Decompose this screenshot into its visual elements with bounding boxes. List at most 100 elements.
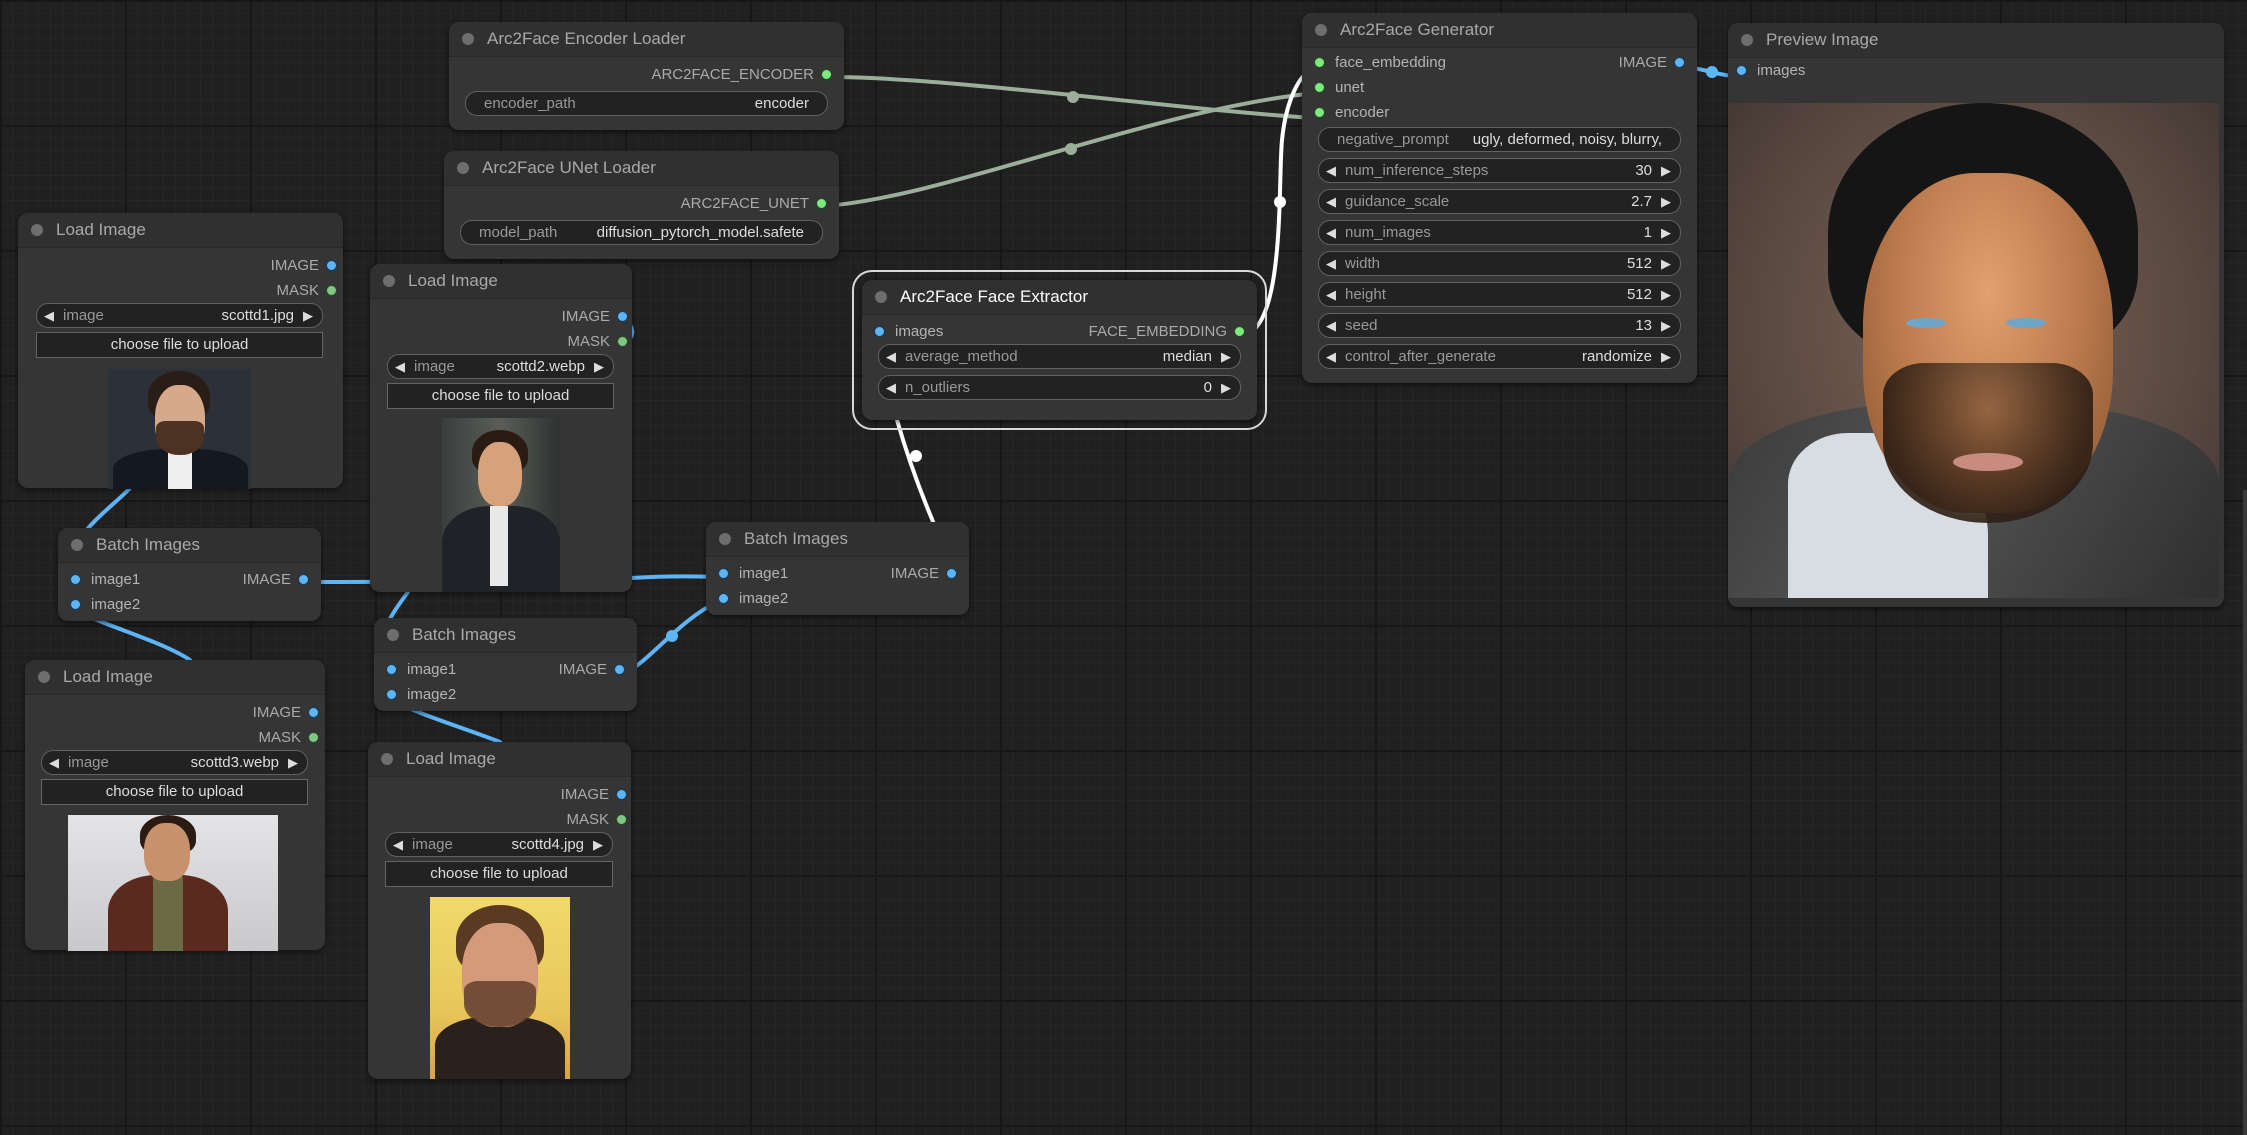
increment-arrow-icon[interactable]: ▶ — [1221, 376, 1231, 399]
input-slot-image2[interactable]: image2 — [386, 682, 456, 707]
image-select-widget[interactable]: ◀ image scottd4.jpg ▶ — [385, 832, 613, 857]
collapse-dot-icon[interactable] — [875, 291, 887, 303]
guidance-scale-widget[interactable]: ◀ guidance_scale 2.7 ▶ — [1318, 189, 1681, 214]
upload-button[interactable]: choose file to upload — [387, 383, 614, 409]
input-slot-image1[interactable]: image1 — [718, 561, 788, 586]
link-midpoint-icon[interactable] — [1067, 91, 1079, 103]
output-slot-arc2face-encoder[interactable]: ARC2FACE_ENCODER — [651, 62, 832, 87]
negative-prompt-widget[interactable]: negative_prompt ugly, deformed, noisy, b… — [1318, 127, 1681, 152]
slot-dot-icon[interactable] — [1234, 325, 1245, 337]
output-slot-mask[interactable]: MASK — [566, 807, 627, 832]
input-slot-encoder[interactable]: encoder — [1314, 100, 1389, 125]
slot-dot-icon[interactable] — [308, 731, 319, 743]
link-midpoint-icon[interactable] — [910, 450, 922, 462]
node-batch-images-3[interactable]: Batch Images image1 IMAGE image2 — [706, 522, 969, 615]
n-outliers-widget[interactable]: ◀ n_outliers 0 ▶ — [878, 375, 1241, 400]
link-midpoint-icon[interactable] — [1706, 66, 1718, 78]
decrement-arrow-icon[interactable]: ◀ — [886, 345, 896, 368]
upload-button[interactable]: choose file to upload — [41, 779, 308, 805]
slot-dot-icon[interactable] — [326, 284, 337, 296]
decrement-arrow-icon[interactable]: ◀ — [44, 304, 54, 327]
slot-dot-icon[interactable] — [874, 325, 885, 337]
image-select-widget[interactable]: ◀ image scottd1.jpg ▶ — [36, 303, 323, 328]
input-slot-image1[interactable]: image1 — [70, 567, 140, 592]
output-slot-image[interactable]: IMAGE — [253, 700, 319, 725]
output-slot-image[interactable]: IMAGE — [243, 567, 309, 592]
output-slot-arc2face-unet[interactable]: ARC2FACE_UNET — [681, 191, 827, 216]
output-slot-image[interactable]: IMAGE — [891, 561, 957, 586]
collapse-dot-icon[interactable] — [71, 539, 83, 551]
slot-dot-icon[interactable] — [1314, 81, 1325, 93]
collapse-dot-icon[interactable] — [457, 162, 469, 174]
node-title[interactable]: Load Image — [18, 213, 343, 248]
slot-dot-icon[interactable] — [946, 567, 957, 579]
collapse-dot-icon[interactable] — [719, 533, 731, 545]
output-slot-mask[interactable]: MASK — [276, 278, 337, 303]
slot-dot-icon[interactable] — [308, 706, 319, 718]
decrement-arrow-icon[interactable]: ◀ — [395, 355, 405, 378]
decrement-arrow-icon[interactable]: ◀ — [886, 376, 896, 399]
node-title[interactable]: Load Image — [25, 660, 325, 695]
slot-dot-icon[interactable] — [1314, 56, 1325, 68]
slot-dot-icon[interactable] — [616, 813, 627, 825]
model-path-widget[interactable]: model_path diffusion_pytorch_model.safet… — [460, 220, 823, 245]
collapse-dot-icon[interactable] — [31, 224, 43, 236]
encoder-path-widget[interactable]: encoder_path encoder — [465, 91, 828, 116]
collapse-dot-icon[interactable] — [1741, 34, 1753, 46]
seed-widget[interactable]: ◀ seed 13 ▶ — [1318, 313, 1681, 338]
output-slot-image[interactable]: IMAGE — [1619, 50, 1685, 75]
input-slot-image2[interactable]: image2 — [718, 586, 788, 611]
node-title[interactable]: Arc2Face Encoder Loader — [449, 22, 844, 57]
node-preview-image[interactable]: Preview Image images — [1728, 23, 2224, 607]
slot-dot-icon[interactable] — [617, 335, 628, 347]
link-midpoint-icon[interactable] — [1274, 196, 1286, 208]
increment-arrow-icon[interactable]: ▶ — [593, 833, 603, 856]
increment-arrow-icon[interactable]: ▶ — [1661, 221, 1671, 244]
node-unet-loader[interactable]: Arc2Face UNet Loader ARC2FACE_UNET model… — [444, 151, 839, 259]
decrement-arrow-icon[interactable]: ◀ — [1326, 252, 1336, 275]
increment-arrow-icon[interactable]: ▶ — [594, 355, 604, 378]
average-method-widget[interactable]: ◀ average_method median ▶ — [878, 344, 1241, 369]
collapse-dot-icon[interactable] — [383, 275, 395, 287]
slot-dot-icon[interactable] — [614, 663, 625, 675]
canvas-scrollbar[interactable] — [2243, 490, 2247, 1135]
slot-dot-icon[interactable] — [1736, 64, 1747, 76]
increment-arrow-icon[interactable]: ▶ — [1661, 345, 1671, 368]
node-batch-images-2[interactable]: Batch Images image1 IMAGE image2 — [374, 618, 637, 711]
input-slot-face-embedding[interactable]: face_embedding — [1314, 50, 1446, 75]
increment-arrow-icon[interactable]: ▶ — [1661, 190, 1671, 213]
height-widget[interactable]: ◀ height 512 ▶ — [1318, 282, 1681, 307]
input-slot-image1[interactable]: image1 — [386, 657, 456, 682]
image-select-widget[interactable]: ◀ image scottd2.webp ▶ — [387, 354, 614, 379]
slot-dot-icon[interactable] — [70, 573, 81, 585]
link-batch2-to-batch3[interactable] — [625, 600, 719, 674]
slot-dot-icon[interactable] — [718, 567, 729, 579]
width-widget[interactable]: ◀ width 512 ▶ — [1318, 251, 1681, 276]
decrement-arrow-icon[interactable]: ◀ — [1326, 221, 1336, 244]
node-title[interactable]: Load Image — [370, 264, 632, 299]
increment-arrow-icon[interactable]: ▶ — [1661, 252, 1671, 275]
increment-arrow-icon[interactable]: ▶ — [1661, 314, 1671, 337]
node-load-image-2[interactable]: Load Image IMAGE MASK ◀ image scottd2.we… — [370, 264, 632, 592]
control-after-generate-widget[interactable]: ◀ control_after_generate randomize ▶ — [1318, 344, 1681, 369]
increment-arrow-icon[interactable]: ▶ — [288, 751, 298, 774]
link-midpoint-icon[interactable] — [666, 630, 678, 642]
output-slot-mask[interactable]: MASK — [258, 725, 319, 750]
node-title[interactable]: Arc2Face UNet Loader — [444, 151, 839, 186]
increment-arrow-icon[interactable]: ▶ — [1221, 345, 1231, 368]
link-load2-to-batch3[interactable] — [630, 574, 719, 580]
num-inference-steps-widget[interactable]: ◀ num_inference_steps 30 ▶ — [1318, 158, 1681, 183]
decrement-arrow-icon[interactable]: ◀ — [1326, 345, 1336, 368]
node-arc2face-generator[interactable]: Arc2Face Generator face_embedding IMAGE … — [1302, 13, 1697, 383]
collapse-dot-icon[interactable] — [381, 753, 393, 765]
slot-dot-icon[interactable] — [816, 197, 827, 209]
node-title[interactable]: Batch Images — [706, 522, 969, 557]
node-title[interactable]: Arc2Face Face Extractor — [862, 280, 1257, 315]
node-batch-images-1[interactable]: Batch Images image1 IMAGE image2 — [58, 528, 321, 621]
output-slot-image[interactable]: IMAGE — [561, 782, 627, 807]
output-slot-image[interactable]: IMAGE — [559, 657, 625, 682]
node-encoder-loader[interactable]: Arc2Face Encoder Loader ARC2FACE_ENCODER… — [449, 22, 844, 130]
decrement-arrow-icon[interactable]: ◀ — [1326, 283, 1336, 306]
node-title[interactable]: Preview Image — [1728, 23, 2224, 58]
slot-dot-icon[interactable] — [70, 598, 81, 610]
